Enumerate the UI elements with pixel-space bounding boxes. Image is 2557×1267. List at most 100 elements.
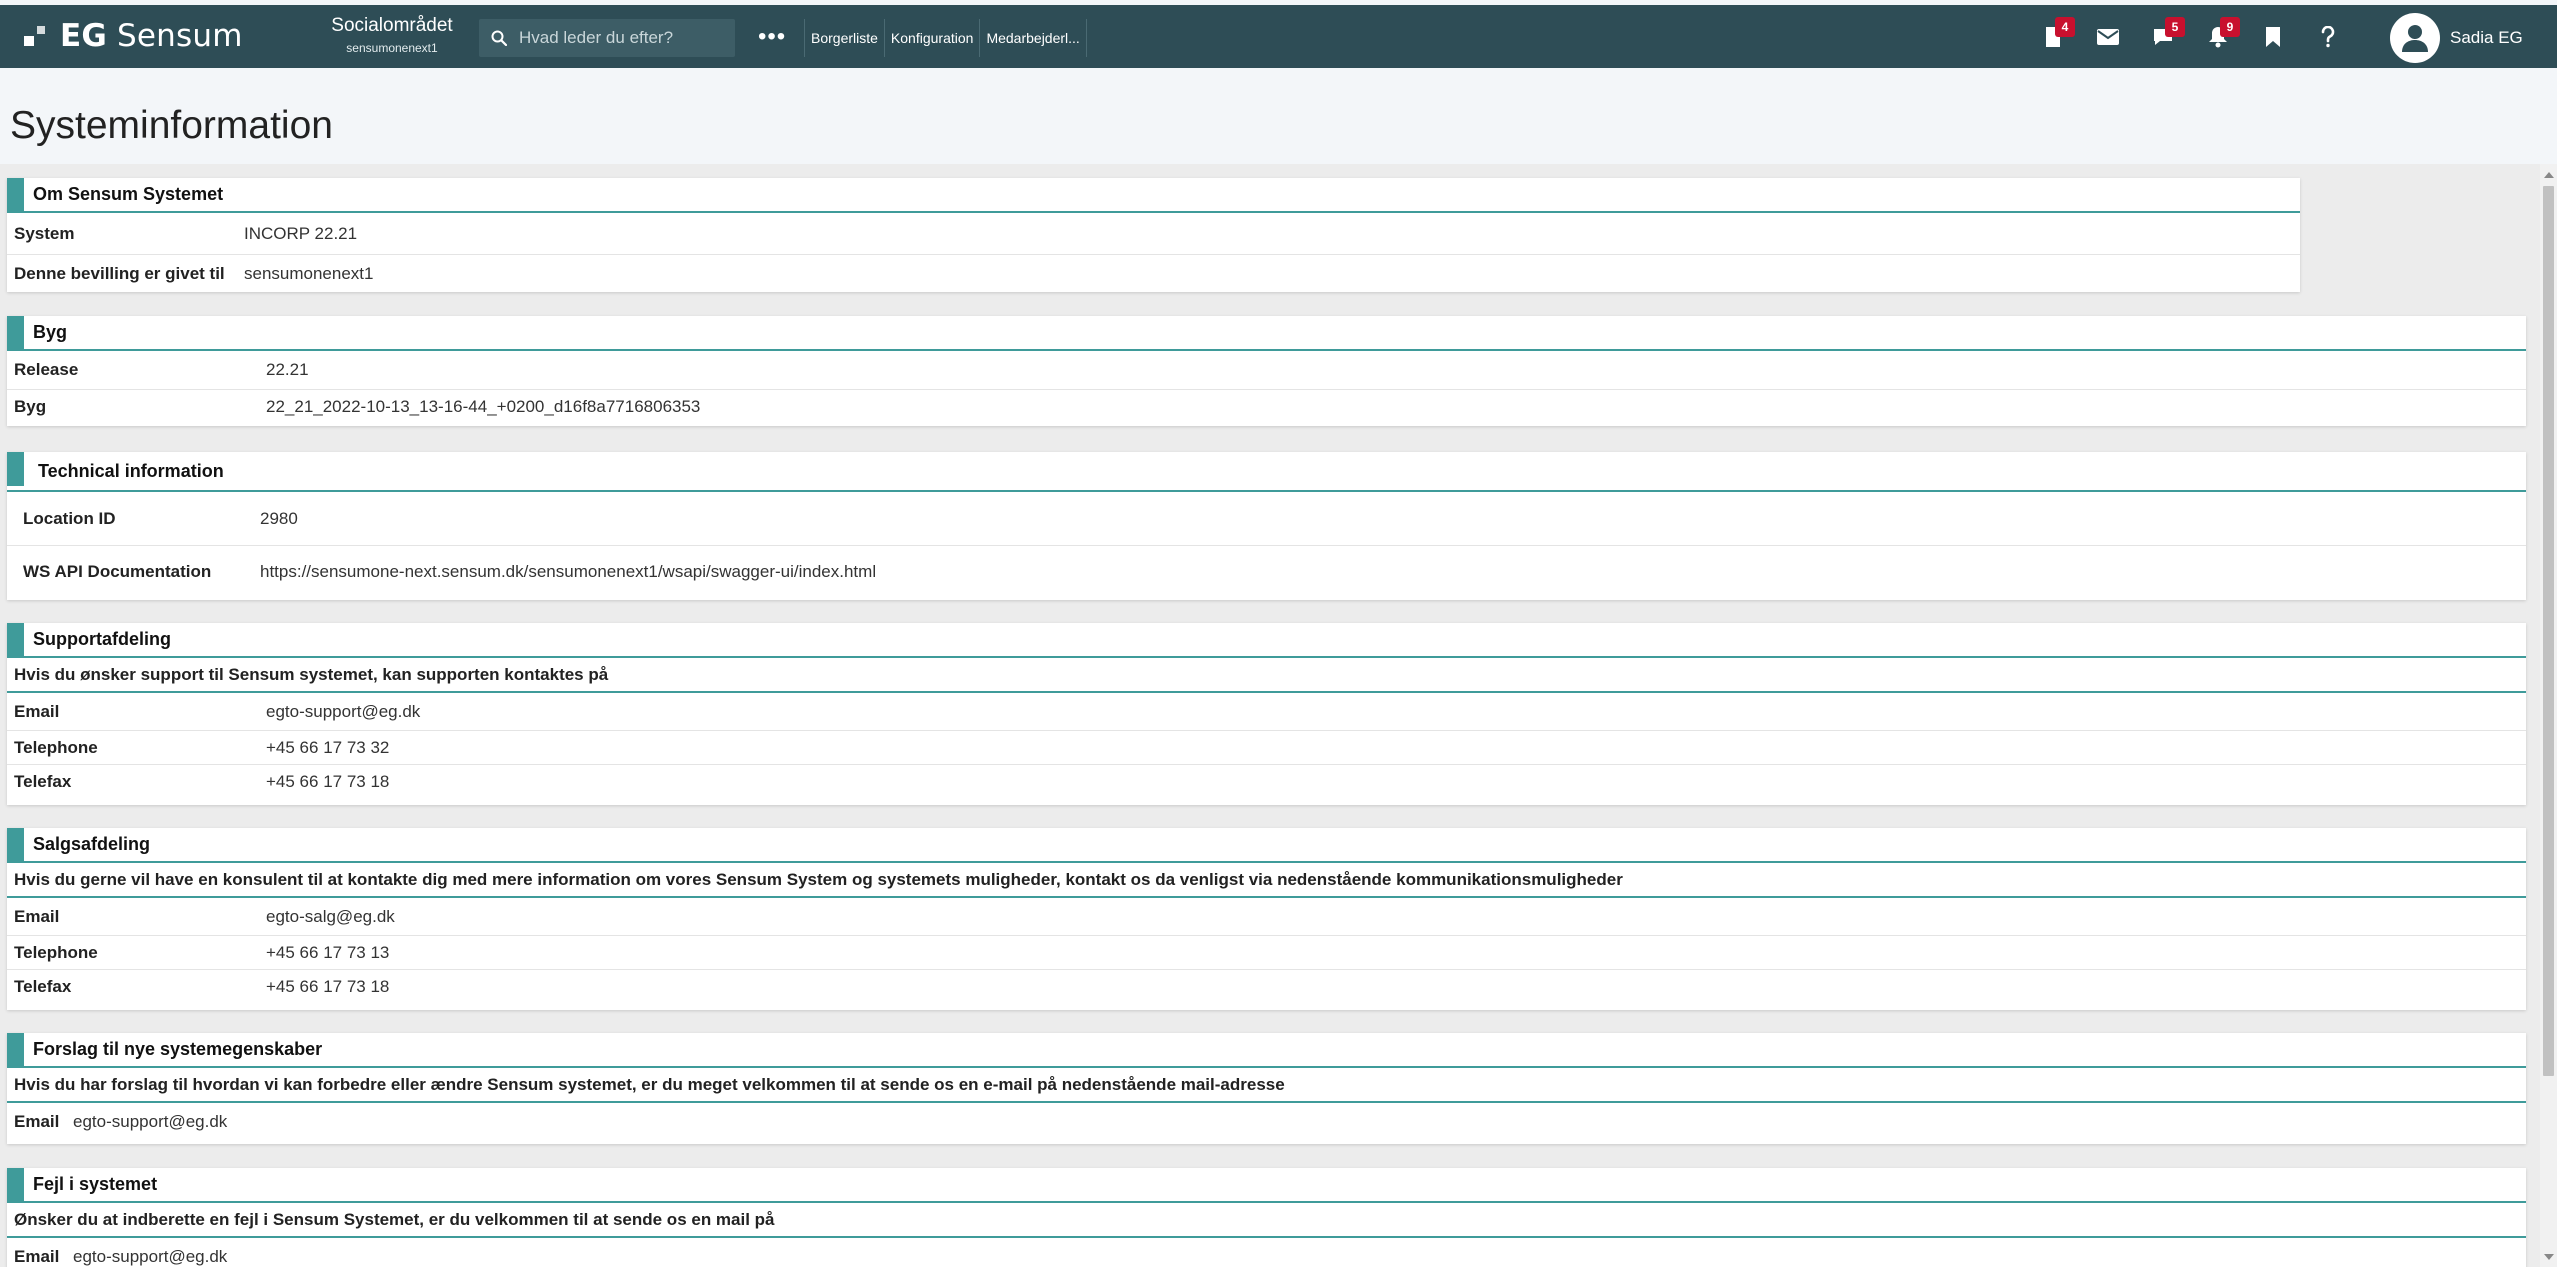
panel-header: Forslag til nye systemegenskaber: [7, 1033, 2526, 1068]
row-value: +45 66 17 73 13: [266, 942, 390, 962]
area-selector[interactable]: Socialområdet sensumonenext1: [327, 15, 457, 55]
info-row: Email egto-salg@eg.dk: [7, 898, 2526, 936]
panel-title: Om Sensum Systemet: [33, 184, 224, 204]
info-row: Denne bevilling er givet til sensumonene…: [7, 255, 2300, 292]
toolbar-icons: 4 5 9: [2025, 15, 2355, 59]
panel-header: Supportafdeling: [7, 623, 2526, 658]
row-value: sensumonenext1: [244, 263, 374, 283]
row-label: Denne bevilling er givet til: [14, 263, 225, 283]
row-label: System: [14, 223, 75, 243]
panel-intro: Hvis du ønsker support til Sensum system…: [7, 658, 2526, 693]
panel-title: Byg: [33, 322, 68, 342]
avatar: [2390, 13, 2440, 63]
tasks-button[interactable]: 4: [2025, 15, 2080, 59]
panel-header: Byg: [7, 316, 2526, 351]
panel-suggestions: Forslag til nye systemegenskaber Hvis du…: [7, 1033, 2526, 1144]
more-menu-button[interactable]: •••: [758, 23, 786, 51]
info-row: Email egto-support@eg.dk: [7, 1103, 2526, 1141]
nav-link-medarbejderliste[interactable]: Medarbejderl...: [980, 19, 1087, 57]
api-documentation-link[interactable]: https://sensumone-next.sensum.dk/sensumo…: [260, 562, 876, 582]
row-label: Email: [14, 906, 60, 926]
messages-button[interactable]: 5: [2135, 15, 2190, 59]
scroll-up-arrow-icon[interactable]: [2544, 172, 2554, 178]
row-value: +45 66 17 73 32: [266, 737, 390, 757]
nav-link-konfiguration[interactable]: Konfiguration: [885, 19, 981, 57]
panel-title: Supportafdeling: [33, 629, 171, 649]
info-row: Telefax +45 66 17 73 18: [7, 970, 2526, 1004]
user-name: Sadia EG: [2450, 28, 2523, 47]
logo-mark-icon: [24, 24, 48, 48]
info-row: Telephone +45 66 17 73 13: [7, 936, 2526, 970]
panel-title: Fejl i systemet: [33, 1174, 158, 1194]
bookmark-icon: [2265, 27, 2280, 47]
info-row: System INCORP 22.21: [7, 213, 2300, 255]
panel-header: Fejl i systemet: [7, 1168, 2526, 1203]
panel-header: Om Sensum Systemet: [7, 178, 2300, 213]
row-value: 22_21_2022-10-13_13-16-44_+0200_d16f8a77…: [266, 397, 701, 416]
quick-links: Borgerliste Konfiguration Medarbejderl..…: [804, 19, 1087, 57]
mail-button[interactable]: [2080, 15, 2135, 59]
panel-errors: Fejl i systemet Ønsker du at indberette …: [7, 1168, 2526, 1267]
notifications-badge: 9: [2220, 17, 2240, 37]
row-label: Release: [14, 360, 79, 379]
row-value: +45 66 17 73 18: [266, 772, 390, 791]
sales-email-link[interactable]: egto-salg@eg.dk: [266, 907, 395, 927]
row-value: +45 66 17 73 18: [266, 977, 390, 996]
nav-link-borgerliste[interactable]: Borgerliste: [804, 19, 885, 57]
top-bar: EGSensum Socialområdet sensumonenext1 ••…: [0, 5, 2557, 68]
panel-technical: Technical information Location ID 2980 W…: [7, 452, 2526, 600]
row-label: Telephone: [14, 737, 98, 757]
row-label: Location ID: [23, 508, 116, 528]
notifications-button[interactable]: 9: [2190, 15, 2245, 59]
row-value: 22.21: [266, 360, 309, 379]
panel-sales: Salgsafdeling Hvis du gerne vil have en …: [7, 828, 2526, 1010]
row-label: Email: [14, 1247, 60, 1266]
info-row: Email egto-support@eg.dk: [7, 693, 2526, 731]
area-subtitle: sensumonenext1: [346, 41, 438, 55]
brand-name: Sensum: [117, 18, 243, 54]
panel-about: Om Sensum Systemet System INCORP 22.21 D…: [7, 178, 2300, 292]
panel-intro: Ønsker du at indberette en fejl i Sensum…: [7, 1203, 2526, 1238]
area-title: Socialområdet: [331, 15, 453, 36]
row-label: Email: [14, 1112, 60, 1131]
help-button[interactable]: [2300, 15, 2355, 59]
vertical-scrollbar[interactable]: [2540, 164, 2557, 1267]
panel-title: Technical information: [38, 460, 224, 481]
search-box: [479, 19, 735, 57]
info-row: Byg 22_21_2022-10-13_13-16-44_+0200_d16f…: [7, 390, 2526, 424]
row-label: WS API Documentation: [23, 562, 212, 581]
search-input[interactable]: [519, 28, 719, 48]
tasks-badge: 4: [2055, 17, 2075, 37]
search-icon: [479, 30, 519, 46]
page-title: Systeminformation: [10, 104, 333, 147]
panel-build: Byg Release 22.21 Byg 22_21_2022-10-13_1…: [7, 316, 2526, 426]
support-email-link[interactable]: egto-support@eg.dk: [266, 702, 420, 722]
errors-email-link[interactable]: egto-support@eg.dk: [73, 1247, 227, 1267]
scroll-down-arrow-icon[interactable]: [2544, 1254, 2554, 1260]
user-icon: [2402, 25, 2428, 52]
panel-header: Technical information: [7, 452, 2526, 492]
envelope-icon: [2096, 29, 2119, 45]
row-label: Telefax: [14, 772, 72, 791]
row-label: Byg: [14, 397, 47, 416]
content-area: Om Sensum Systemet System INCORP 22.21 D…: [0, 164, 2540, 1267]
suggestions-email-link[interactable]: egto-support@eg.dk: [73, 1112, 227, 1132]
panel-support: Supportafdeling Hvis du ønsker support t…: [7, 623, 2526, 805]
bookmarks-button[interactable]: [2245, 15, 2300, 59]
row-value: INCORP 22.21: [244, 223, 358, 243]
info-row: Email egto-support@eg.dk: [7, 1238, 2526, 1267]
question-mark-icon: [2321, 26, 2334, 48]
scroll-thumb[interactable]: [2543, 186, 2554, 1076]
row-value: 2980: [260, 508, 298, 528]
panel-intro: Hvis du gerne vil have en konsulent til …: [7, 863, 2526, 898]
row-label: Telephone: [14, 942, 98, 962]
info-row: Telephone +45 66 17 73 32: [7, 731, 2526, 765]
panel-header: Salgsafdeling: [7, 828, 2526, 863]
eg-sensum-logo[interactable]: EG Sensum: [24, 18, 243, 54]
panel-intro: Hvis du har forslag til hvordan vi kan f…: [7, 1068, 2526, 1103]
info-row: Location ID 2980: [7, 492, 2526, 546]
row-label: Telefax: [14, 977, 72, 996]
row-label: Email: [14, 701, 60, 721]
messages-badge: 5: [2165, 17, 2185, 37]
user-menu[interactable]: Sadia EG: [2390, 13, 2523, 63]
